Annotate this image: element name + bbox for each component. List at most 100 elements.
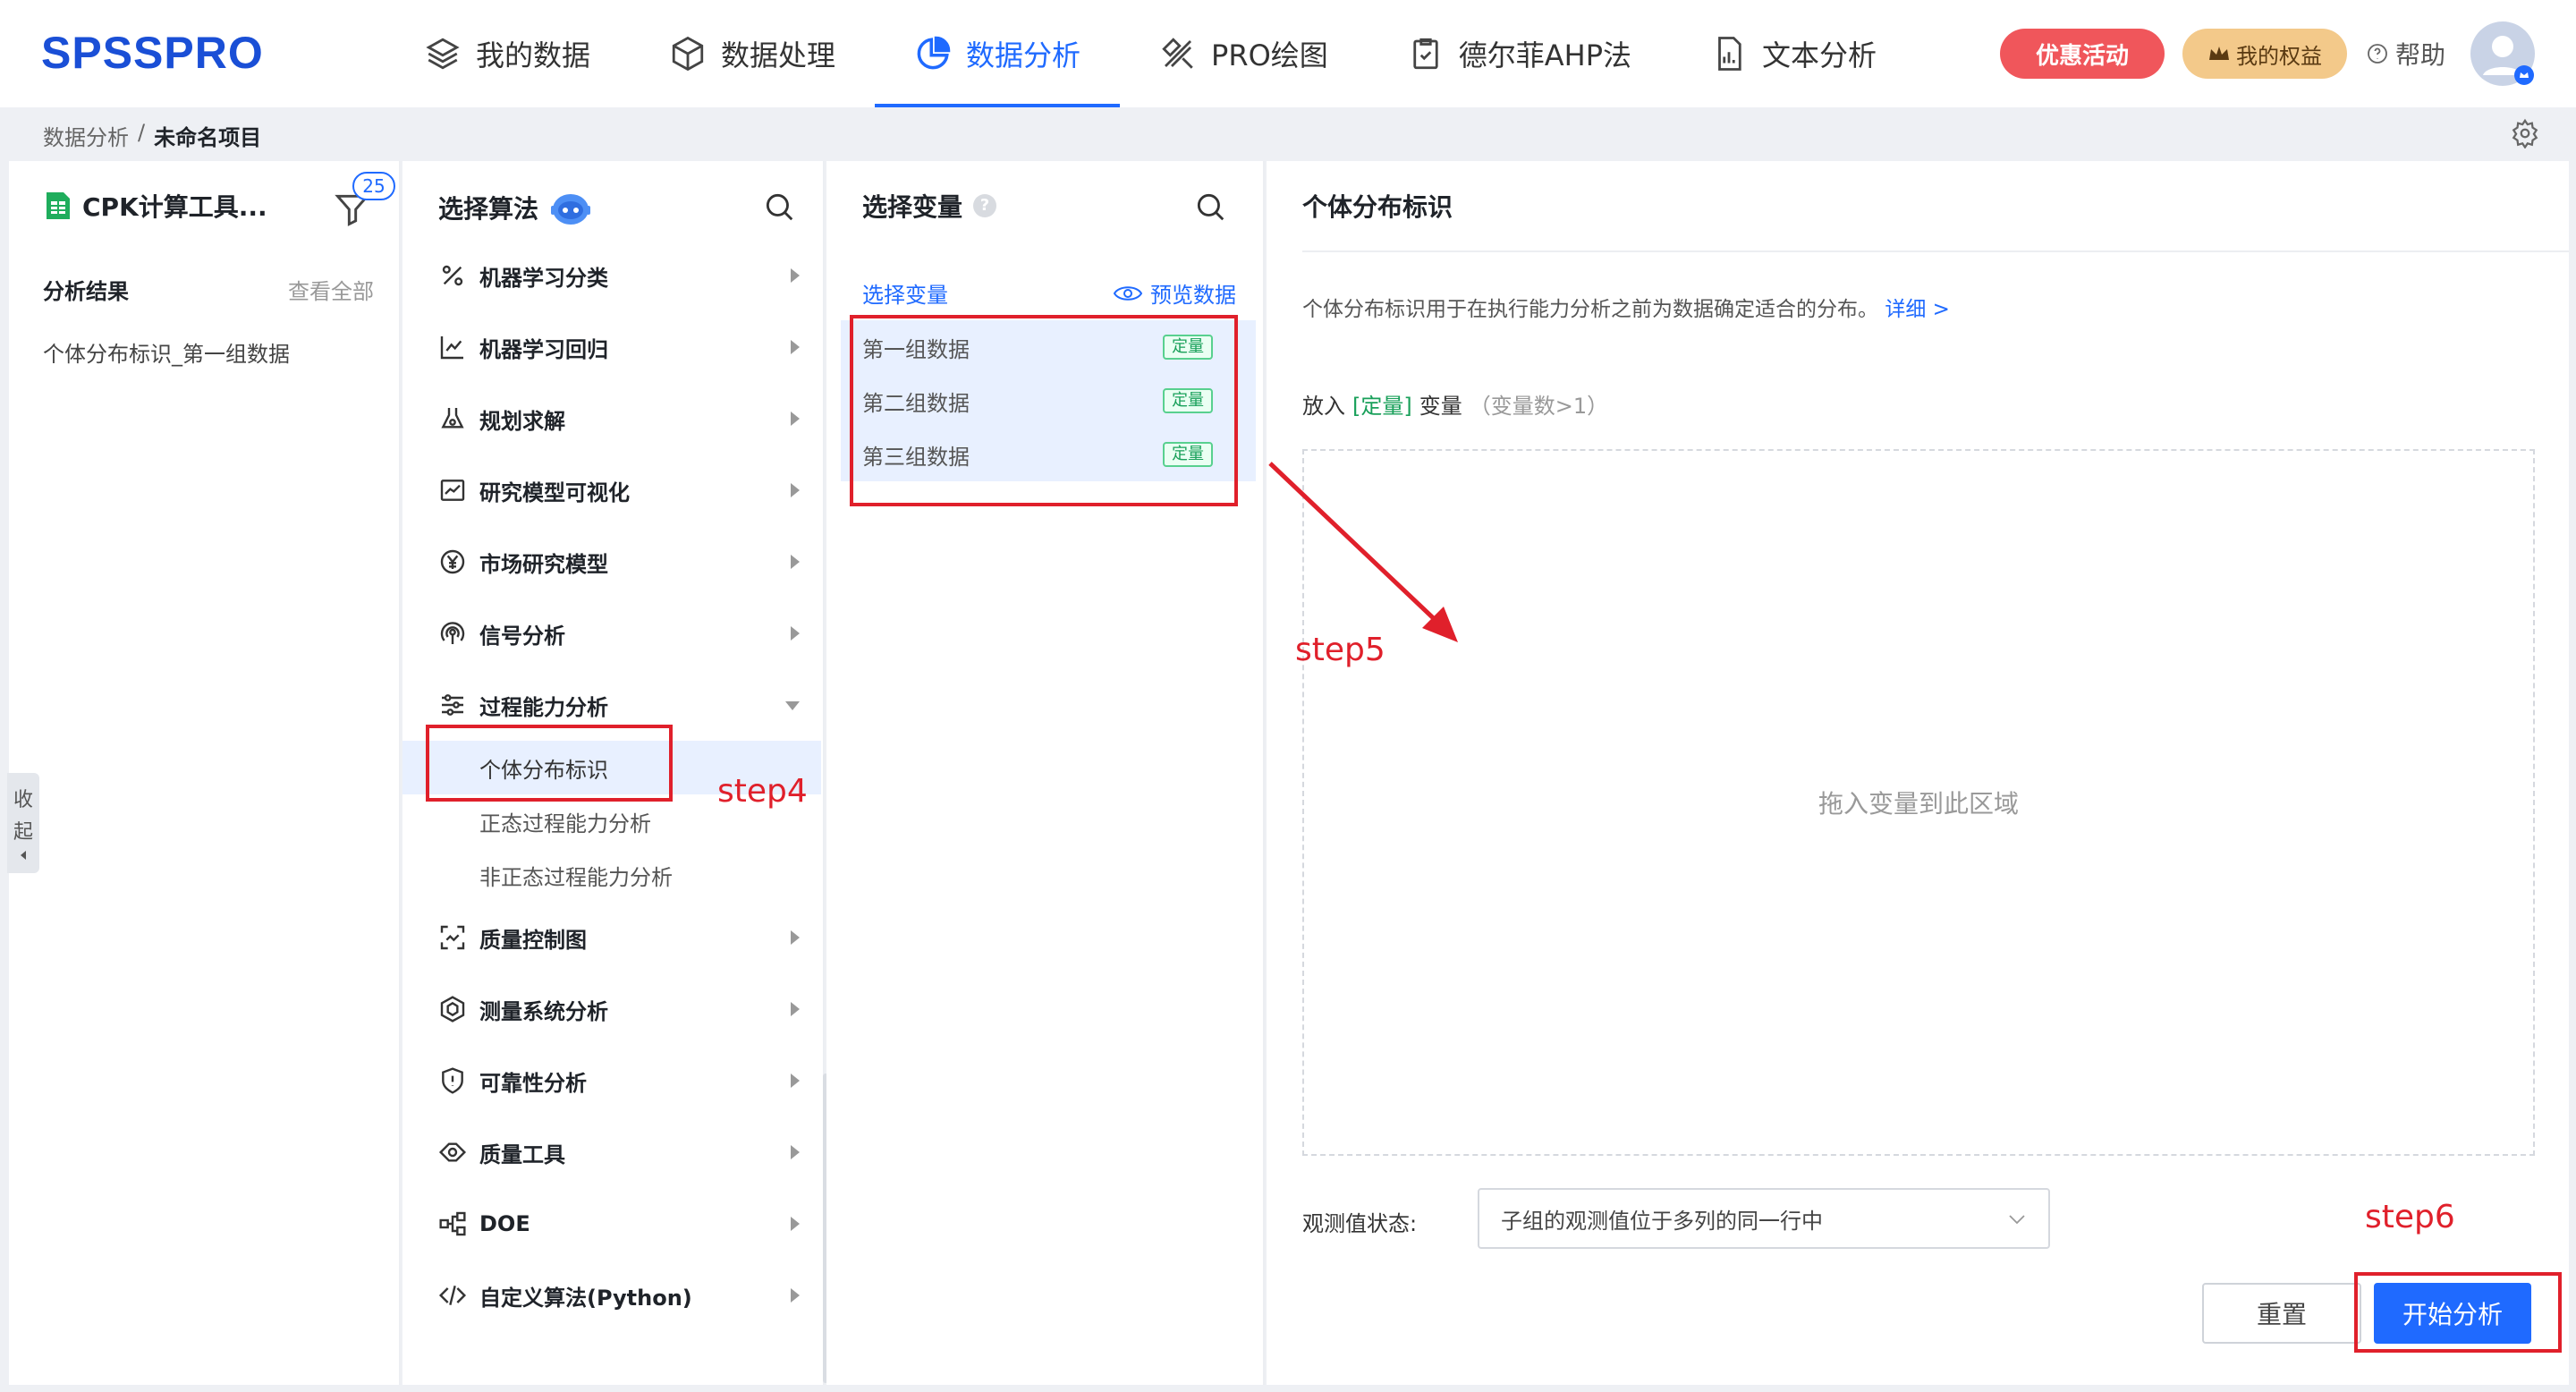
step6-label: step6 bbox=[2365, 1199, 2455, 1235]
yen-icon bbox=[440, 549, 465, 574]
my-rights-button[interactable]: 我的权益 bbox=[2182, 29, 2347, 79]
top-bar: SPSSPRO 我的数据 数据处理 数据分析 PRO绘图 德尔菲AHP法 文本分… bbox=[0, 0, 2576, 107]
hexagon-icon bbox=[440, 996, 465, 1023]
code-icon bbox=[438, 1286, 467, 1305]
result-item[interactable]: 个体分布标识_第一组数据 bbox=[43, 336, 290, 368]
scatter-icon bbox=[440, 336, 463, 360]
caret-right-icon bbox=[791, 1145, 800, 1159]
signal-icon bbox=[440, 622, 465, 644]
algorithm-group[interactable]: 可靠性分析 bbox=[438, 1045, 814, 1116]
breadcrumb-bar: 数据分析 / 未命名项目 bbox=[9, 109, 2567, 159]
avatar[interactable] bbox=[2470, 21, 2535, 86]
caret-right-icon bbox=[791, 1288, 800, 1303]
put-hint: （变量数>1） bbox=[1469, 394, 1609, 419]
step4-label: step4 bbox=[717, 773, 808, 810]
pie-chart-icon bbox=[917, 36, 951, 70]
algorithm-group[interactable]: 规划求解 bbox=[438, 383, 814, 454]
nav-label: PRO绘图 bbox=[1211, 38, 1328, 72]
algorithm-group[interactable]: 机器学习分类 bbox=[438, 240, 814, 311]
algorithm-group[interactable]: 机器学习回归 bbox=[438, 311, 814, 383]
tag-icon bbox=[438, 1142, 467, 1162]
caret-right-icon bbox=[791, 1217, 800, 1231]
layers-icon bbox=[426, 38, 460, 70]
nav-text-analysis[interactable]: 文本分析 bbox=[1671, 0, 1916, 107]
results-header: 分析结果 查看全部 bbox=[43, 274, 374, 305]
settings-gear-icon[interactable] bbox=[2510, 118, 2540, 149]
breadcrumb-current: 未命名项目 bbox=[154, 125, 262, 150]
project-panel: CPK计算工具... 25 分析结果 查看全部 个体分布标识_第一组数据 bbox=[9, 161, 401, 1385]
nav-label: 我的数据 bbox=[476, 38, 591, 72]
algorithm-group[interactable]: 研究模型可视化 bbox=[438, 454, 814, 526]
search-icon[interactable] bbox=[762, 190, 796, 224]
observation-state-value: 子组的观测值位于多列的同一行中 bbox=[1501, 1208, 1823, 1234]
put-suffix: 变量 bbox=[1419, 394, 1462, 419]
algorithm-group[interactable]: 市场研究模型 bbox=[438, 526, 814, 598]
step4-highlight-box bbox=[426, 725, 673, 802]
view-all-link[interactable]: 查看全部 bbox=[288, 274, 374, 305]
algorithm-group-label: 可靠性分析 bbox=[479, 1070, 587, 1096]
observation-state-select[interactable]: 子组的观测值位于多列的同一行中 bbox=[1478, 1188, 2050, 1249]
preview-data-button[interactable]: 预览数据 bbox=[1113, 277, 1236, 309]
robot-assistant-icon[interactable] bbox=[549, 188, 592, 227]
observation-state-label: 观测值状态: bbox=[1302, 1211, 1418, 1236]
user-icon bbox=[2483, 36, 2534, 85]
caret-left-icon bbox=[21, 851, 26, 860]
algorithm-group[interactable]: 质量工具 bbox=[438, 1116, 814, 1188]
logo[interactable]: SPSSPRO bbox=[41, 27, 264, 79]
flask-icon bbox=[441, 408, 464, 429]
algorithm-group[interactable]: DOE bbox=[438, 1188, 814, 1260]
breadcrumb-parent[interactable]: 数据分析 bbox=[43, 120, 129, 151]
detail-title: 个体分布标识 bbox=[1302, 192, 1453, 222]
collapse-sidebar-button[interactable]: 收 起 bbox=[7, 773, 39, 873]
description-text: 个体分布标识用于在执行能力分析之前为数据确定适合的分布。 bbox=[1302, 298, 1878, 321]
nav-label: 数据分析 bbox=[966, 38, 1081, 72]
algorithm-group[interactable]: 质量控制图 bbox=[438, 902, 814, 973]
select-variable-label: 选择变量 bbox=[862, 283, 948, 308]
nav-my-data[interactable]: 我的数据 bbox=[385, 0, 630, 107]
caret-right-icon bbox=[791, 930, 800, 945]
nav-data-analysis[interactable]: 数据分析 bbox=[875, 0, 1121, 107]
algorithm-item-nonnormal-capability[interactable]: 非正态过程能力分析 bbox=[479, 848, 816, 902]
caret-right-icon bbox=[791, 483, 800, 497]
caret-down-icon bbox=[785, 701, 800, 710]
algorithm-group[interactable]: 信号分析 bbox=[438, 598, 814, 669]
caret-right-icon bbox=[791, 412, 800, 426]
nodes-icon bbox=[439, 1211, 466, 1236]
algorithm-group-label: 质量工具 bbox=[479, 1142, 565, 1167]
nav-delphi-ahp[interactable]: 德尔菲AHP法 bbox=[1368, 0, 1671, 107]
divider bbox=[1302, 250, 2569, 252]
variable-drop-zone[interactable]: 拖入变量到此区域 bbox=[1302, 449, 2535, 1156]
detail-header: 个体分布标识 bbox=[1302, 188, 1453, 224]
question-circle-icon bbox=[2368, 44, 2387, 64]
help-icon[interactable]: ? bbox=[973, 194, 997, 217]
nav-pro-plot[interactable]: PRO绘图 bbox=[1120, 0, 1368, 107]
algorithm-group-label: 市场研究模型 bbox=[479, 551, 608, 577]
reset-button[interactable]: 重置 bbox=[2202, 1283, 2361, 1344]
main-nav: 我的数据 数据处理 数据分析 PRO绘图 德尔菲AHP法 文本分析 bbox=[385, 0, 1916, 107]
caret-right-icon bbox=[791, 1074, 800, 1088]
step5-highlight-box bbox=[850, 315, 1238, 506]
caret-right-icon bbox=[791, 626, 800, 641]
project-header: CPK计算工具... bbox=[45, 188, 267, 224]
variable-title: 选择变量 bbox=[862, 192, 963, 222]
results-title: 分析结果 bbox=[43, 279, 129, 304]
algorithm-group[interactable]: 自定义算法(Python) bbox=[438, 1260, 814, 1331]
details-link[interactable]: 详细 > bbox=[1885, 298, 1950, 321]
nav-label: 文本分析 bbox=[1762, 38, 1877, 72]
algorithm-group-label: 自定义算法(Python) bbox=[479, 1285, 692, 1311]
drop-instruction: 放入 [定量] 变量 （变量数>1） bbox=[1302, 388, 1608, 420]
step6-highlight-box bbox=[2354, 1272, 2562, 1353]
algorithm-group[interactable]: 测量系统分析 bbox=[438, 973, 814, 1045]
algorithm-group-label: DOE bbox=[479, 1211, 530, 1236]
project-title[interactable]: CPK计算工具... bbox=[82, 188, 267, 224]
collapse-label-1: 收 bbox=[13, 789, 33, 811]
algorithm-group-label: 信号分析 bbox=[479, 623, 565, 649]
nav-data-processing[interactable]: 数据处理 bbox=[630, 0, 875, 107]
algorithm-group-label: 研究模型可视化 bbox=[479, 480, 630, 505]
algorithm-header: 选择算法 bbox=[438, 188, 592, 227]
promo-button[interactable]: 优惠活动 bbox=[2000, 29, 2165, 79]
algorithm-group-label: 过程能力分析 bbox=[479, 694, 608, 720]
filter-count-badge: 25 bbox=[352, 172, 395, 200]
help-link[interactable]: 帮助 bbox=[2367, 36, 2445, 72]
search-icon[interactable] bbox=[1193, 190, 1227, 224]
